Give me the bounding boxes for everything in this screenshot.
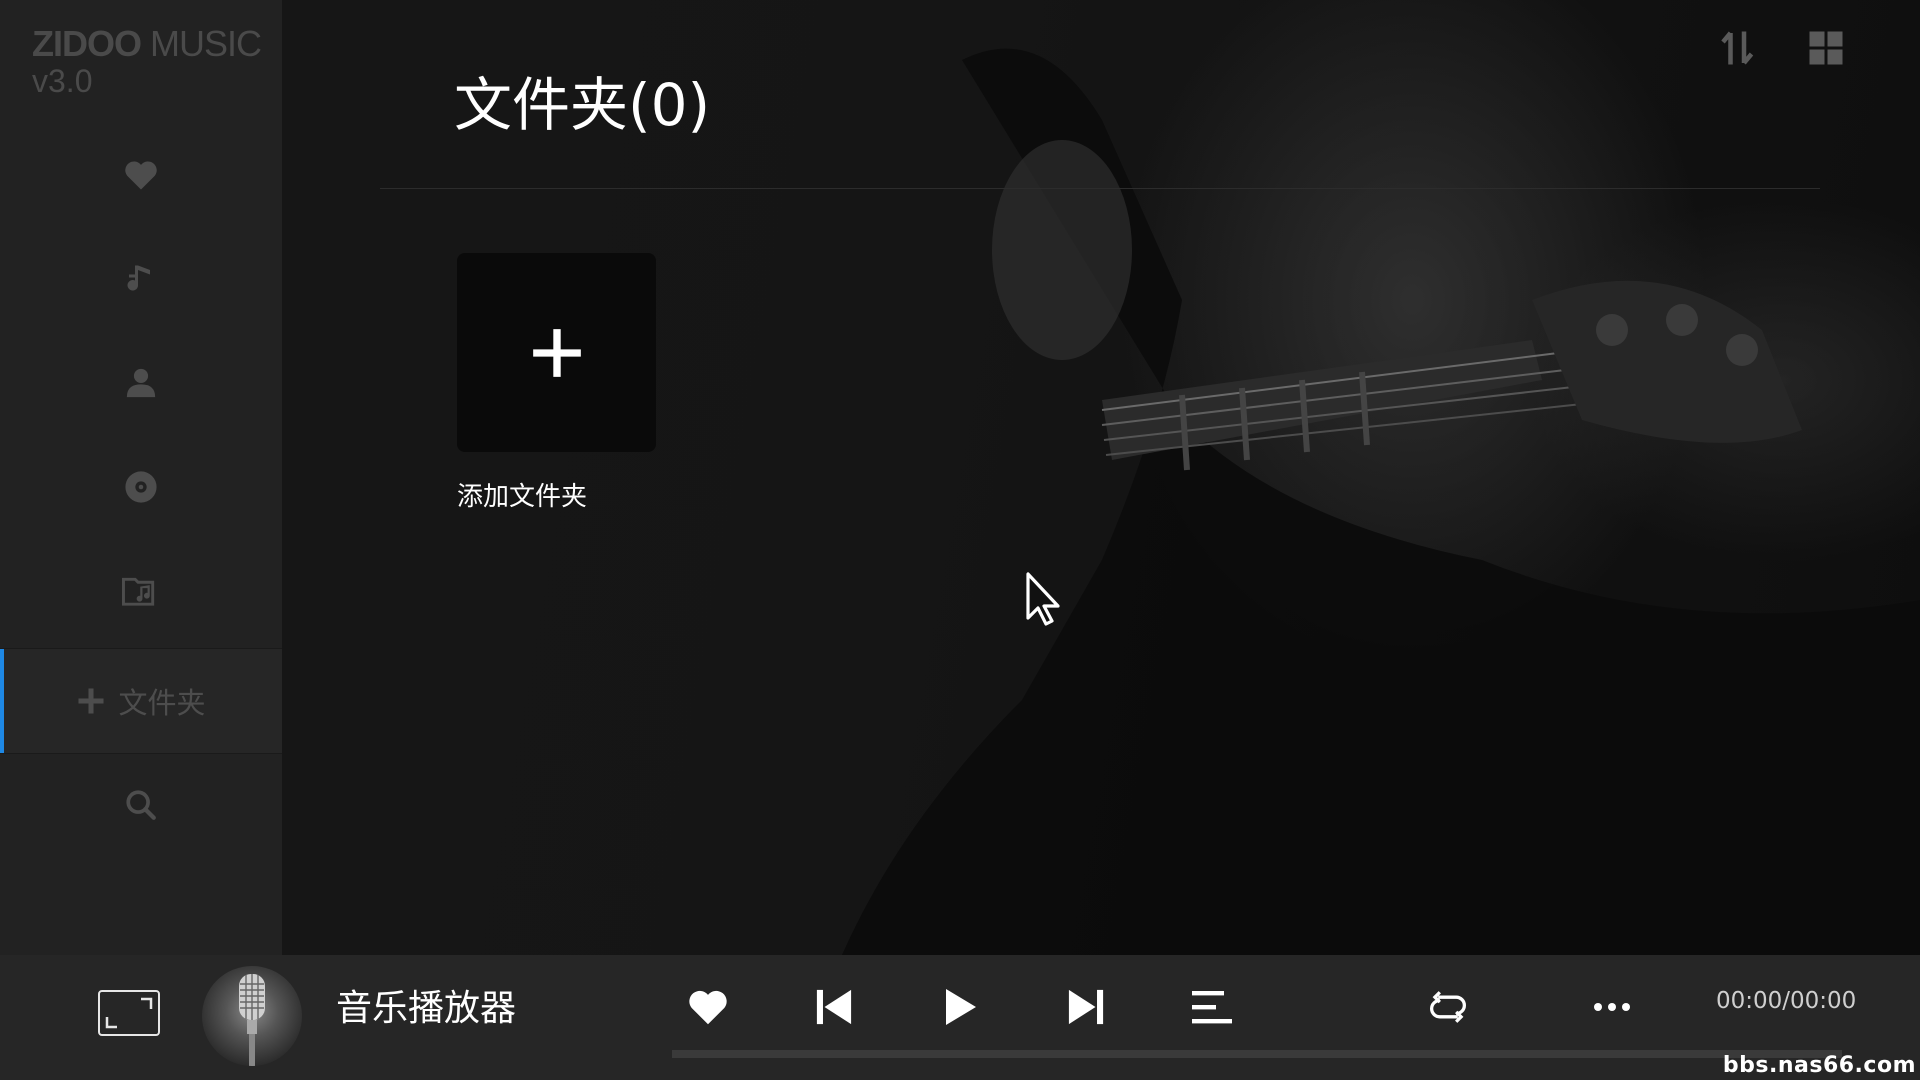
- sidebar-item-songs[interactable]: [0, 227, 282, 331]
- brand-name: ZIDOO: [32, 23, 142, 64]
- repeat-button[interactable]: [1424, 983, 1472, 1031]
- previous-button[interactable]: [810, 983, 858, 1031]
- playlist-button[interactable]: [1188, 983, 1236, 1031]
- sidebar-item-add-folder[interactable]: 文件夹: [0, 648, 282, 754]
- more-icon: [1594, 1003, 1630, 1011]
- repeat-icon: [1430, 991, 1466, 1023]
- track-title: 音乐播放器: [336, 988, 517, 1029]
- album-cover: [202, 966, 302, 1066]
- playback-time: 00:00/00:00: [1716, 988, 1857, 1014]
- mouse-cursor-icon: [1026, 572, 1060, 626]
- app-logo: ZIDOO MUSIC v3.0: [32, 26, 262, 99]
- play-button[interactable]: [936, 983, 984, 1031]
- page-title: 文件夹(0): [454, 71, 711, 139]
- add-folder-tile[interactable]: [457, 253, 656, 452]
- plus-icon: [532, 328, 581, 377]
- active-indicator: [0, 649, 4, 753]
- sidebar-item-search[interactable]: [0, 753, 282, 857]
- add-folder-label: 添加文件夹: [457, 482, 588, 512]
- header-divider: [380, 188, 1820, 189]
- skip-next-icon: [1068, 989, 1104, 1025]
- heart-icon: [689, 990, 727, 1025]
- favorite-button[interactable]: [684, 983, 732, 1031]
- disc-icon: [125, 471, 157, 503]
- sort-icon: [1721, 31, 1754, 65]
- sidebar-item-artists[interactable]: [0, 331, 282, 435]
- search-icon: [126, 790, 156, 820]
- sidebar-item-favorites[interactable]: [0, 123, 282, 227]
- heart-icon: [125, 161, 157, 190]
- sidebar: ZIDOO MUSIC v3.0 文件夹: [0, 0, 282, 955]
- person-icon: [126, 368, 156, 398]
- progress-bar[interactable]: [672, 1050, 1842, 1058]
- music-note-icon: [127, 265, 150, 291]
- playlist-icon: [1192, 991, 1232, 1024]
- sort-button[interactable]: [1720, 28, 1756, 72]
- expand-icon: [105, 997, 153, 1029]
- more-button[interactable]: [1588, 983, 1636, 1031]
- sidebar-item-albums[interactable]: [0, 435, 282, 539]
- plus-icon: [78, 688, 104, 714]
- player-bar: 音乐播放器 00:00/00:00 bbs.nas66.com: [0, 955, 1920, 1080]
- skip-previous-icon: [816, 989, 852, 1025]
- watermark: bbs.nas66.com: [1722, 1053, 1916, 1078]
- fullscreen-button[interactable]: [98, 990, 160, 1036]
- view-toggle-button[interactable]: [1808, 30, 1844, 70]
- play-icon: [946, 989, 976, 1025]
- sidebar-item-label: 文件夹: [118, 686, 206, 720]
- sidebar-item-folders[interactable]: [0, 539, 282, 643]
- brand-suffix: MUSIC: [141, 23, 262, 64]
- microphone-icon: [239, 974, 265, 1066]
- next-button[interactable]: [1062, 983, 1110, 1031]
- grid-view-icon: [1809, 31, 1843, 65]
- app-version: v3.0: [32, 63, 93, 99]
- folder-music-icon: [122, 577, 155, 606]
